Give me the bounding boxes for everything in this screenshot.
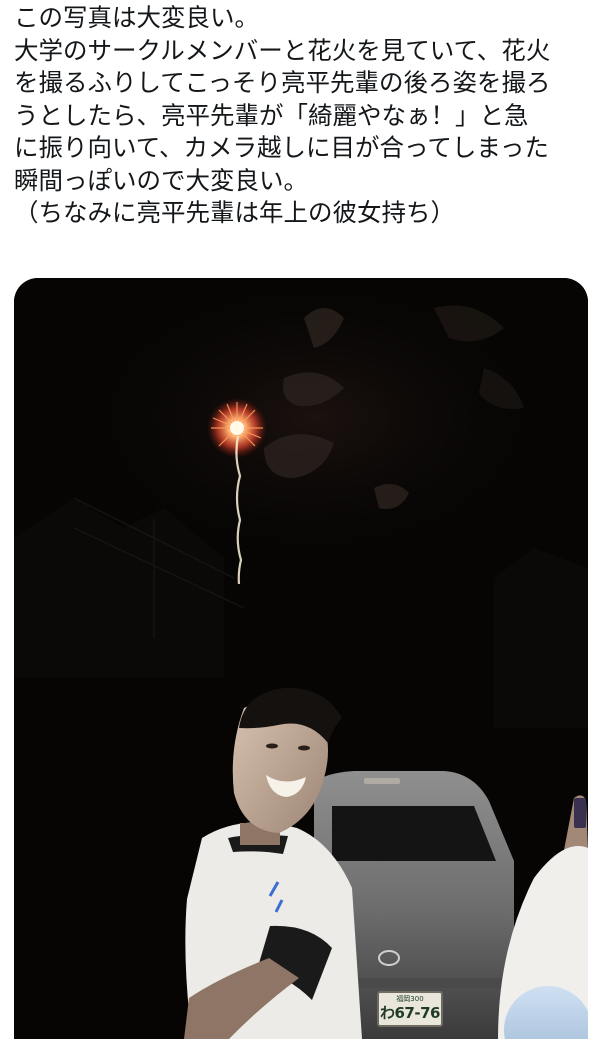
license-plate: 福岡300 わ67-76 <box>377 991 443 1027</box>
night-fireworks-photo <box>14 278 588 1039</box>
tweet-text-line: 瞬間っぽいので大変良い。 <box>14 165 308 195</box>
license-plate-top: 福岡300 <box>396 995 424 1003</box>
license-plate-number: わ67-76 <box>380 1004 440 1022</box>
tweet-photo[interactable]: 福岡300 わ67-76 <box>14 278 588 1039</box>
tweet-text-line: 大学のサークルメンバーと花火を見ていて、花火 <box>14 35 551 65</box>
tweet-text-line: を撮るふりしてこっそり亮平先輩の後ろ姿を撮ろ <box>14 68 551 97</box>
tweet-text-line: （ちなみに亮平先輩は年上の彼女持ち） <box>14 198 455 227</box>
tweet-text: この写真は大変良い。 大学のサークルメンバーと花火を見ていて、花火 を撮るふりし… <box>14 2 606 230</box>
tweet-text-line: に振り向いて、カメラ越しに目が合ってしまった <box>14 133 549 162</box>
tweet-text-line: この写真は大変良い。 <box>14 3 259 32</box>
tweet-text-line: うとしたら、亮平先輩が「綺麗やなぁ！」と急 <box>14 100 529 130</box>
